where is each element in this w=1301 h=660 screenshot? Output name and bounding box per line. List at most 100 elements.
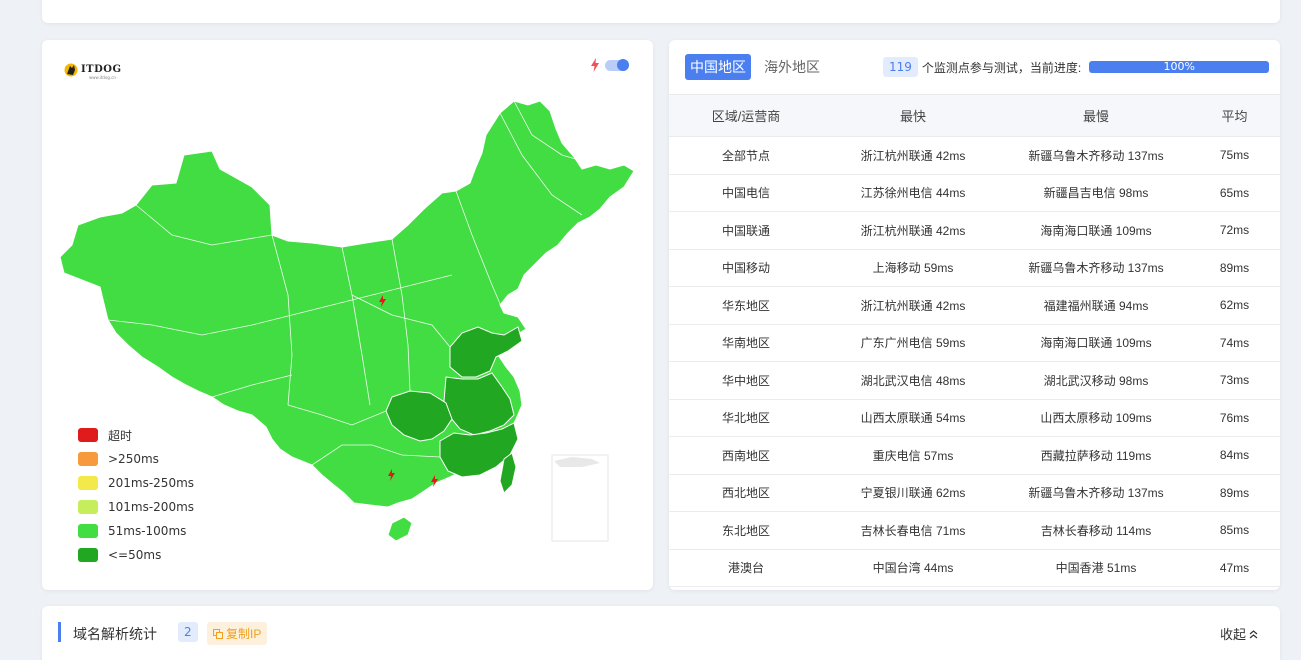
legend-swatch bbox=[78, 524, 98, 538]
legend-swatch bbox=[78, 476, 98, 490]
cell-slowest: 新疆昌吉电信 98ms bbox=[1003, 174, 1189, 212]
table-row: 华中地区 湖北武汉电信 48ms 湖北武汉移动 98ms 73ms bbox=[669, 361, 1280, 400]
cell-slowest: 吉林长春移动 114ms bbox=[1003, 511, 1189, 550]
table-header-row: 区域/运营商 最快 最慢 平均 bbox=[669, 94, 1280, 137]
legend-item[interactable]: 101ms-200ms bbox=[78, 495, 194, 519]
cell-fastest: 湖北武汉电信 48ms bbox=[823, 361, 1003, 400]
legend-item[interactable]: 超时 bbox=[78, 423, 194, 447]
legend-item[interactable]: 201ms-250ms bbox=[78, 471, 194, 495]
progress-label: 个监测点参与测试，当前进度: bbox=[921, 60, 1082, 75]
progress-bar: 100% bbox=[1089, 61, 1270, 73]
legend-item[interactable]: 51ms-100ms bbox=[78, 519, 194, 543]
tab-domestic[interactable]: 中国地区 bbox=[685, 54, 751, 80]
cell-fastest: 宁夏银川联通 62ms bbox=[823, 474, 1003, 512]
column-header-average: 平均 bbox=[1189, 94, 1280, 137]
cell-average: 65ms bbox=[1189, 174, 1280, 212]
logo-subtext: www.itdog.cn bbox=[89, 75, 116, 80]
cell-region: 东北地区 bbox=[669, 511, 823, 550]
legend-label: 201ms-250ms bbox=[108, 476, 195, 490]
cell-fastest: 上海移动 59ms bbox=[823, 249, 1003, 287]
legend-swatch bbox=[78, 452, 98, 466]
cell-average: 89ms bbox=[1189, 474, 1280, 512]
cell-region: 西南地区 bbox=[669, 436, 823, 475]
column-header-region: 区域/运营商 bbox=[669, 94, 823, 137]
lightning-icon bbox=[591, 58, 599, 72]
copy-ip-button[interactable]: 复制IP bbox=[207, 622, 268, 645]
legend-label: >250ms bbox=[108, 452, 159, 466]
toggle-switch[interactable] bbox=[605, 58, 629, 71]
cell-fastest: 中国台湾 44ms bbox=[823, 549, 1003, 587]
cell-fastest: 重庆电信 57ms bbox=[823, 436, 1003, 475]
top-card bbox=[42, 0, 1280, 23]
column-header-slowest: 最慢 bbox=[1003, 94, 1189, 137]
cell-average: 74ms bbox=[1189, 324, 1280, 362]
cell-average: 75ms bbox=[1189, 136, 1280, 175]
cell-region: 港澳台 bbox=[669, 549, 823, 587]
results-table: 区域/运营商 最快 最慢 平均 全部节点 浙江杭州联通 42ms 新疆乌鲁木齐移动 … bbox=[669, 94, 1280, 587]
table-row: 中国移动 上海移动 59ms 新疆乌鲁木齐移动 137ms 89ms bbox=[669, 249, 1280, 287]
cell-slowest: 西藏拉萨移动 119ms bbox=[1003, 436, 1189, 475]
cell-fastest: 山西太原联通 54ms bbox=[823, 399, 1003, 437]
column-header-fastest: 最快 bbox=[823, 94, 1003, 137]
cell-region: 西北地区 bbox=[669, 474, 823, 512]
cell-slowest: 新疆乌鲁木齐移动 137ms bbox=[1003, 136, 1189, 175]
cell-fastest: 广东广州电信 59ms bbox=[823, 324, 1003, 362]
legend-item[interactable]: >250ms bbox=[78, 447, 194, 471]
cell-average: 84ms bbox=[1189, 436, 1280, 475]
cell-region: 中国移动 bbox=[669, 249, 823, 287]
cell-slowest: 湖北武汉移动 98ms bbox=[1003, 361, 1189, 400]
cell-slowest: 海南海口联通 109ms bbox=[1003, 211, 1189, 250]
map-card: ITDOG www.itdog.cn 超时 >250ms 201ms-250ms… bbox=[42, 40, 653, 590]
table-row: 西北地区 宁夏银川联通 62ms 新疆乌鲁木齐移动 137ms 89ms bbox=[669, 474, 1280, 512]
dns-stats-card: 域名解析统计 2 复制IP 收起 bbox=[42, 606, 1280, 660]
legend-swatch bbox=[78, 428, 98, 442]
cell-fastest: 浙江杭州联通 42ms bbox=[823, 136, 1003, 175]
logo-text: ITDOG bbox=[81, 63, 122, 75]
node-count-badge: 119 bbox=[883, 57, 918, 77]
cell-slowest: 福建福州联通 94ms bbox=[1003, 286, 1189, 325]
cell-slowest: 山西太原移动 109ms bbox=[1003, 399, 1189, 437]
cell-region: 中国电信 bbox=[669, 174, 823, 212]
legend-label: 51ms-100ms bbox=[108, 524, 187, 538]
legend-item[interactable]: <=50ms bbox=[78, 543, 194, 567]
collapse-button[interactable]: 收起 bbox=[1220, 624, 1258, 643]
cell-average: 47ms bbox=[1189, 549, 1280, 587]
tab-overseas[interactable]: 海外地区 bbox=[759, 54, 825, 80]
map-region-shandong bbox=[449, 326, 523, 378]
copy-ip-label: 复制IP bbox=[226, 627, 262, 641]
chevron-double-up-icon bbox=[1249, 629, 1258, 638]
cell-region: 华东地区 bbox=[669, 286, 823, 325]
results-header: 中国地区 海外地区 119 个监测点参与测试，当前进度: 100% bbox=[669, 40, 1280, 94]
cell-fastest: 浙江杭州联通 42ms bbox=[823, 286, 1003, 325]
table-row: 华北地区 山西太原联通 54ms 山西太原移动 109ms 76ms bbox=[669, 399, 1280, 437]
cell-average: 62ms bbox=[1189, 286, 1280, 325]
table-row: 华南地区 广东广州电信 59ms 海南海口联通 109ms 74ms bbox=[669, 324, 1280, 362]
cell-region: 华南地区 bbox=[669, 324, 823, 362]
table-row: 西南地区 重庆电信 57ms 西藏拉萨移动 119ms 84ms bbox=[669, 436, 1280, 475]
cell-region: 华北地区 bbox=[669, 399, 823, 437]
map-region-hainan bbox=[387, 516, 413, 542]
dns-section-title: 域名解析统计 bbox=[73, 626, 157, 642]
legend-label: <=50ms bbox=[108, 548, 162, 562]
cell-fastest: 江苏徐州电信 44ms bbox=[823, 174, 1003, 212]
legend-label: 超时 bbox=[108, 428, 133, 443]
itdog-logo: ITDOG www.itdog.cn bbox=[64, 61, 122, 80]
table-row: 东北地区 吉林长春电信 71ms 吉林长春移动 114ms 85ms bbox=[669, 511, 1280, 550]
dog-logo-icon bbox=[64, 63, 78, 77]
collapse-label: 收起 bbox=[1219, 627, 1246, 642]
dns-count-badge: 2 bbox=[178, 622, 198, 642]
cell-slowest: 中国香港 51ms bbox=[1003, 549, 1189, 587]
results-card: 中国地区 海外地区 119 个监测点参与测试，当前进度: 100% 区域/运营商… bbox=[669, 40, 1280, 590]
south-china-sea-inset bbox=[551, 454, 609, 542]
cell-fastest: 浙江杭州联通 42ms bbox=[823, 211, 1003, 250]
table-row: 华东地区 浙江杭州联通 42ms 福建福州联通 94ms 62ms bbox=[669, 286, 1280, 325]
cell-slowest: 海南海口联通 109ms bbox=[1003, 324, 1189, 362]
cell-average: 72ms bbox=[1189, 211, 1280, 250]
legend-swatch bbox=[78, 548, 98, 562]
table-row: 中国联通 浙江杭州联通 42ms 海南海口联通 109ms 72ms bbox=[669, 211, 1280, 250]
node-display-toggle[interactable] bbox=[591, 58, 629, 72]
cell-average: 85ms bbox=[1189, 511, 1280, 550]
legend-label: 101ms-200ms bbox=[108, 500, 195, 514]
cell-region: 华中地区 bbox=[669, 361, 823, 400]
legend-swatch bbox=[78, 500, 98, 514]
